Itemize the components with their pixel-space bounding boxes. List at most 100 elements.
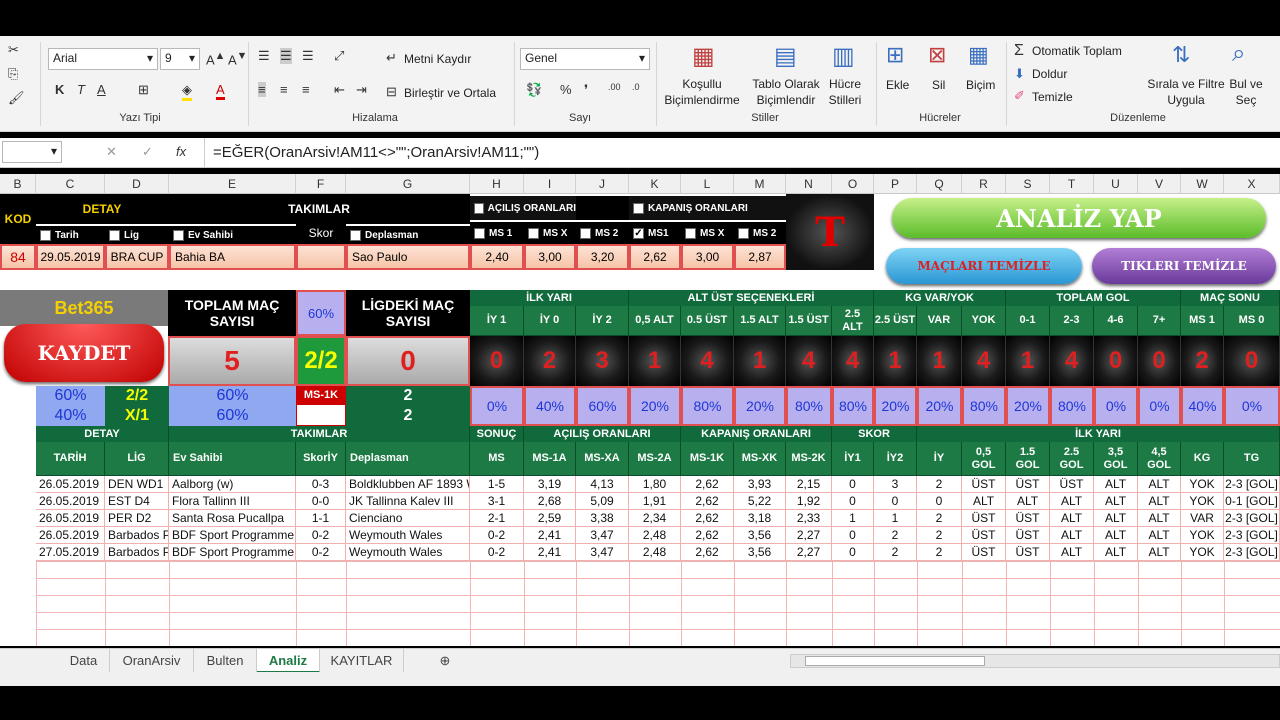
table-cell-r2-c8[interactable]: 2,34: [629, 510, 681, 527]
cut-icon[interactable]: ✂: [8, 42, 19, 58]
analiz-yap-button[interactable]: ANALİZ YAP: [892, 198, 1266, 238]
table-cell-r1-c17[interactable]: ALT: [1050, 493, 1094, 510]
table-cell-r0-c7[interactable]: 4,13: [576, 476, 629, 493]
ms2-filter-checkbox[interactable]: [580, 227, 591, 239]
table-cell-r2-c3[interactable]: 1-1: [296, 510, 346, 527]
table-cell-r1-c4[interactable]: JK Tallinna Kalev III: [346, 493, 470, 510]
tikleri-temizle-button[interactable]: TIKLERI TEMİZLE: [1092, 248, 1276, 284]
clear-icon[interactable]: ✐: [1014, 88, 1025, 104]
table-cell-r2-c15[interactable]: ÜST: [962, 510, 1006, 527]
ms1-filter-checkbox[interactable]: [474, 227, 485, 239]
table-cell-r3-c18[interactable]: ALT: [1094, 527, 1138, 544]
column-header-R[interactable]: R: [962, 174, 1006, 194]
table-cell-r0-c12[interactable]: 0: [832, 476, 874, 493]
table-cell-r0-c3[interactable]: 0-3: [296, 476, 346, 493]
scrollbar-thumb[interactable]: [805, 656, 985, 666]
selected-match-deplasman[interactable]: Sao Paulo: [346, 244, 470, 270]
selected-match-kms1-oran[interactable]: 2,62: [629, 244, 681, 270]
table-cell-r4-c2[interactable]: BDF Sport Programme: [169, 544, 296, 561]
table-cell-r0-c20[interactable]: YOK: [1181, 476, 1224, 493]
merge-icon[interactable]: ⊟: [386, 84, 397, 100]
selected-match-ms1-oran[interactable]: 2,40: [470, 244, 524, 270]
table-cell-r2-c5[interactable]: 2-1: [470, 510, 524, 527]
decrease-decimal-icon[interactable]: .0: [632, 82, 640, 92]
function-icon[interactable]: fx: [176, 144, 186, 159]
column-header-P[interactable]: P: [874, 174, 917, 194]
msx-filter[interactable]: MS X: [524, 222, 576, 244]
formula-input[interactable]: =EĞER(OranArsiv!AM11<>"";OranArsiv!AM11;…: [204, 138, 1280, 168]
table-cell-r1-c11[interactable]: 1,92: [786, 493, 832, 510]
grow-font-icon[interactable]: A▲: [206, 50, 225, 67]
table-cell-r4-c8[interactable]: 2,48: [629, 544, 681, 561]
table-cell-r3-c12[interactable]: 0: [832, 527, 874, 544]
table-cell-r0-c17[interactable]: ÜST: [1050, 476, 1094, 493]
copy-icon[interactable]: ⎘: [8, 66, 18, 82]
align-top-icon[interactable]: ☰: [258, 48, 270, 64]
deplasman-filter-checkbox[interactable]: [350, 229, 361, 241]
kmsx-filter[interactable]: MS X: [681, 222, 734, 244]
cancel-icon[interactable]: ✕: [106, 144, 117, 160]
align-middle-icon[interactable]: ☰: [280, 48, 292, 64]
table-cell-r2-c4[interactable]: Cienciano: [346, 510, 470, 527]
font-name-select[interactable]: Arial ▾: [48, 48, 158, 70]
fill-icon[interactable]: ⬇: [1014, 66, 1025, 82]
table-cell-r1-c20[interactable]: YOK: [1181, 493, 1224, 510]
column-header-B[interactable]: B: [0, 174, 36, 194]
column-header-S[interactable]: S: [1006, 174, 1050, 194]
table-cell-r3-c3[interactable]: 0-2: [296, 527, 346, 544]
table-cell-r4-c10[interactable]: 3,56: [734, 544, 786, 561]
table-cell-r2-c20[interactable]: VAR: [1181, 510, 1224, 527]
kms1-filter[interactable]: ✓ MS1: [629, 222, 681, 244]
selected-match-skor[interactable]: [296, 244, 346, 270]
table-cell-r0-c0[interactable]: 26.05.2019: [36, 476, 105, 493]
table-cell-r3-c8[interactable]: 2,48: [629, 527, 681, 544]
increase-indent-icon[interactable]: ⇥: [356, 82, 367, 98]
table-cell-r4-c14[interactable]: 2: [917, 544, 962, 561]
table-cell-r0-c2[interactable]: Aalborg (w): [169, 476, 296, 493]
maclari-temizle-button[interactable]: MAÇLARI TEMİZLE: [886, 248, 1082, 284]
sort-filter-button[interactable]: Sırala ve Filtre Uygula: [1144, 76, 1228, 108]
table-cell-r4-c15[interactable]: ÜST: [962, 544, 1006, 561]
table-cell-r1-c10[interactable]: 5,22: [734, 493, 786, 510]
table-cell-r3-c16[interactable]: ÜST: [1006, 527, 1050, 544]
lig-filter[interactable]: Lig: [105, 226, 169, 244]
table-cell-r4-c4[interactable]: Weymouth Wales: [346, 544, 470, 561]
orientation-icon[interactable]: ⤢: [334, 48, 344, 64]
table-cell-r2-c1[interactable]: PER D2: [105, 510, 169, 527]
table-cell-r2-c12[interactable]: 1: [832, 510, 874, 527]
shrink-font-icon[interactable]: A▼: [228, 50, 247, 67]
underline-icon[interactable]: A: [97, 82, 106, 97]
table-cell-r0-c9[interactable]: 2,62: [681, 476, 734, 493]
table-cell-r3-c14[interactable]: 2: [917, 527, 962, 544]
find-select-button[interactable]: Bul ve Seç: [1226, 76, 1266, 108]
format-table-button[interactable]: Tablo Olarak Biçimlendir: [748, 76, 824, 108]
selected-match-ms2-oran[interactable]: 3,20: [576, 244, 629, 270]
column-header-L[interactable]: L: [681, 174, 734, 194]
table-cell-r1-c12[interactable]: 0: [832, 493, 874, 510]
sheet-tab-oranarsiv[interactable]: OranArsiv: [110, 649, 194, 673]
column-header-C[interactable]: C: [36, 174, 105, 194]
table-cell-r0-c10[interactable]: 3,93: [734, 476, 786, 493]
sheet-tab-kayitlar[interactable]: KAYITLAR: [320, 649, 404, 673]
column-header-I[interactable]: I: [524, 174, 576, 194]
column-header-K[interactable]: K: [629, 174, 681, 194]
kms2-filter-checkbox[interactable]: [738, 227, 749, 239]
name-box[interactable]: ▾: [2, 141, 62, 163]
autosum-button[interactable]: Otomatik Toplam: [1032, 44, 1122, 58]
table-cell-r2-c9[interactable]: 2,62: [681, 510, 734, 527]
table-cell-r0-c14[interactable]: 2: [917, 476, 962, 493]
table-cell-r2-c14[interactable]: 2: [917, 510, 962, 527]
table-cell-r0-c1[interactable]: DEN WD1: [105, 476, 169, 493]
align-bottom-icon[interactable]: ☰: [302, 48, 314, 64]
table-cell-r3-c17[interactable]: ALT: [1050, 527, 1094, 544]
table-cell-r4-c1[interactable]: Barbados P: [105, 544, 169, 561]
merge-center-button[interactable]: Birleştir ve Ortala: [404, 86, 496, 100]
table-cell-r0-c21[interactable]: 2-3 [GOL]: [1224, 476, 1280, 493]
table-cell-r4-c9[interactable]: 2,62: [681, 544, 734, 561]
align-center-icon[interactable]: ≡: [280, 82, 288, 97]
table-cell-r2-c6[interactable]: 2,59: [524, 510, 576, 527]
ev-sahibi-filter[interactable]: Ev Sahibi: [169, 226, 296, 244]
wrap-text-icon[interactable]: ↵: [386, 50, 397, 66]
kmsx-filter-checkbox[interactable]: [685, 227, 696, 239]
table-cell-r2-c19[interactable]: ALT: [1138, 510, 1181, 527]
